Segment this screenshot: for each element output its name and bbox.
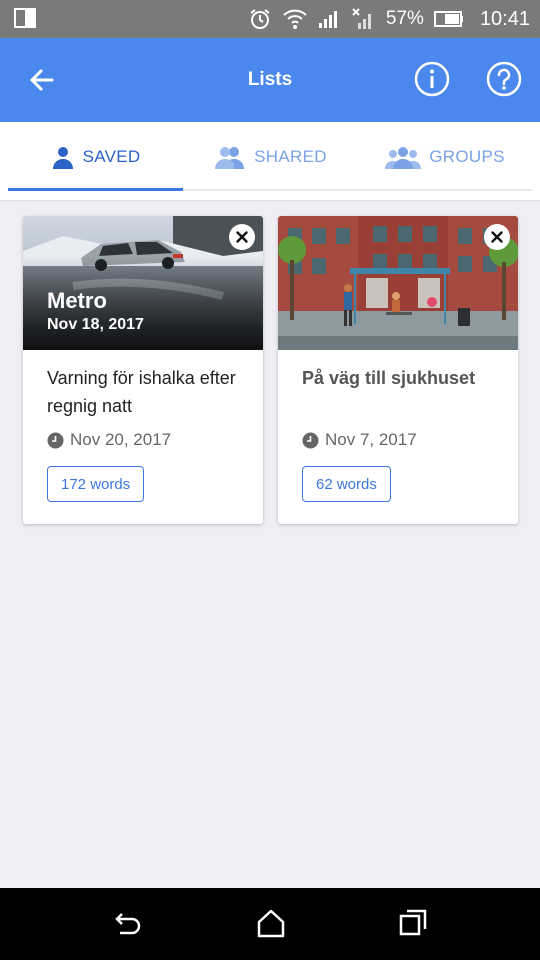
close-button[interactable]	[484, 224, 510, 250]
info-icon[interactable]	[413, 60, 451, 98]
app-bar: Lists	[0, 38, 540, 122]
clock-icon	[302, 432, 319, 448]
close-icon	[491, 231, 503, 243]
tab-saved-label: SAVED	[82, 147, 141, 166]
card-title: På väg till sjukhuset	[302, 368, 476, 388]
battery-icon	[433, 11, 463, 27]
tab-groups[interactable]: GROUPS	[358, 122, 532, 192]
tab-groups-label: GROUPS	[429, 147, 505, 166]
tab-divider	[183, 189, 532, 191]
nav-recent-apps-icon[interactable]	[398, 908, 428, 938]
alarm-icon	[250, 9, 270, 29]
list-card[interactable]: Metro Nov 18, 2017 Varning för ishalka e…	[23, 216, 263, 524]
wifi-icon	[283, 9, 307, 29]
help-icon[interactable]	[485, 60, 523, 98]
clock-icon	[47, 432, 64, 448]
battery-percent: 57%	[385, 8, 424, 29]
word-count-button[interactable]: 172 words	[47, 466, 145, 502]
screen-mirror-icon	[14, 8, 36, 28]
word-count-button[interactable]: 62 words	[302, 466, 391, 502]
close-icon	[236, 231, 248, 243]
card-source-date: Nov 18, 2017	[47, 316, 144, 333]
back-arrow-icon[interactable]	[22, 60, 62, 100]
card-date-text: Nov 20, 2017	[70, 430, 172, 449]
close-button[interactable]	[229, 224, 255, 250]
status-bar: 57% 10:41	[0, 0, 540, 38]
signal-icon	[318, 11, 337, 28]
card-date: Nov 20, 2017	[47, 430, 171, 450]
nav-back-icon[interactable]	[112, 910, 142, 940]
list-card[interactable]: På väg till sjukhuset Nov 7, 2017 62 wor…	[278, 216, 518, 524]
system-nav-bar	[0, 888, 540, 960]
clock-time: 10:41	[479, 7, 530, 30]
group-icon	[385, 147, 422, 169]
signal-off-icon	[352, 8, 371, 29]
tab-shared-label: SHARED	[254, 147, 327, 166]
bus-stop-illustration	[278, 216, 518, 350]
card-date: Nov 7, 2017	[302, 430, 417, 450]
tab-bar: SAVED SHARED GROUPS	[0, 122, 540, 201]
card-title: Varning för ishalka efter regnig natt	[47, 368, 236, 416]
person-icon	[52, 147, 73, 169]
card-date-text: Nov 7, 2017	[325, 430, 417, 449]
nav-home-icon[interactable]	[256, 908, 286, 938]
shared-people-icon	[215, 147, 245, 169]
card-image: Metro Nov 18, 2017	[23, 216, 263, 350]
tab-active-indicator	[8, 188, 183, 191]
card-image	[278, 216, 518, 350]
tab-saved[interactable]: SAVED	[8, 122, 183, 192]
tab-shared[interactable]: SHARED	[183, 122, 358, 192]
card-source: Metro	[47, 288, 107, 313]
page-title: Lists	[247, 69, 293, 90]
